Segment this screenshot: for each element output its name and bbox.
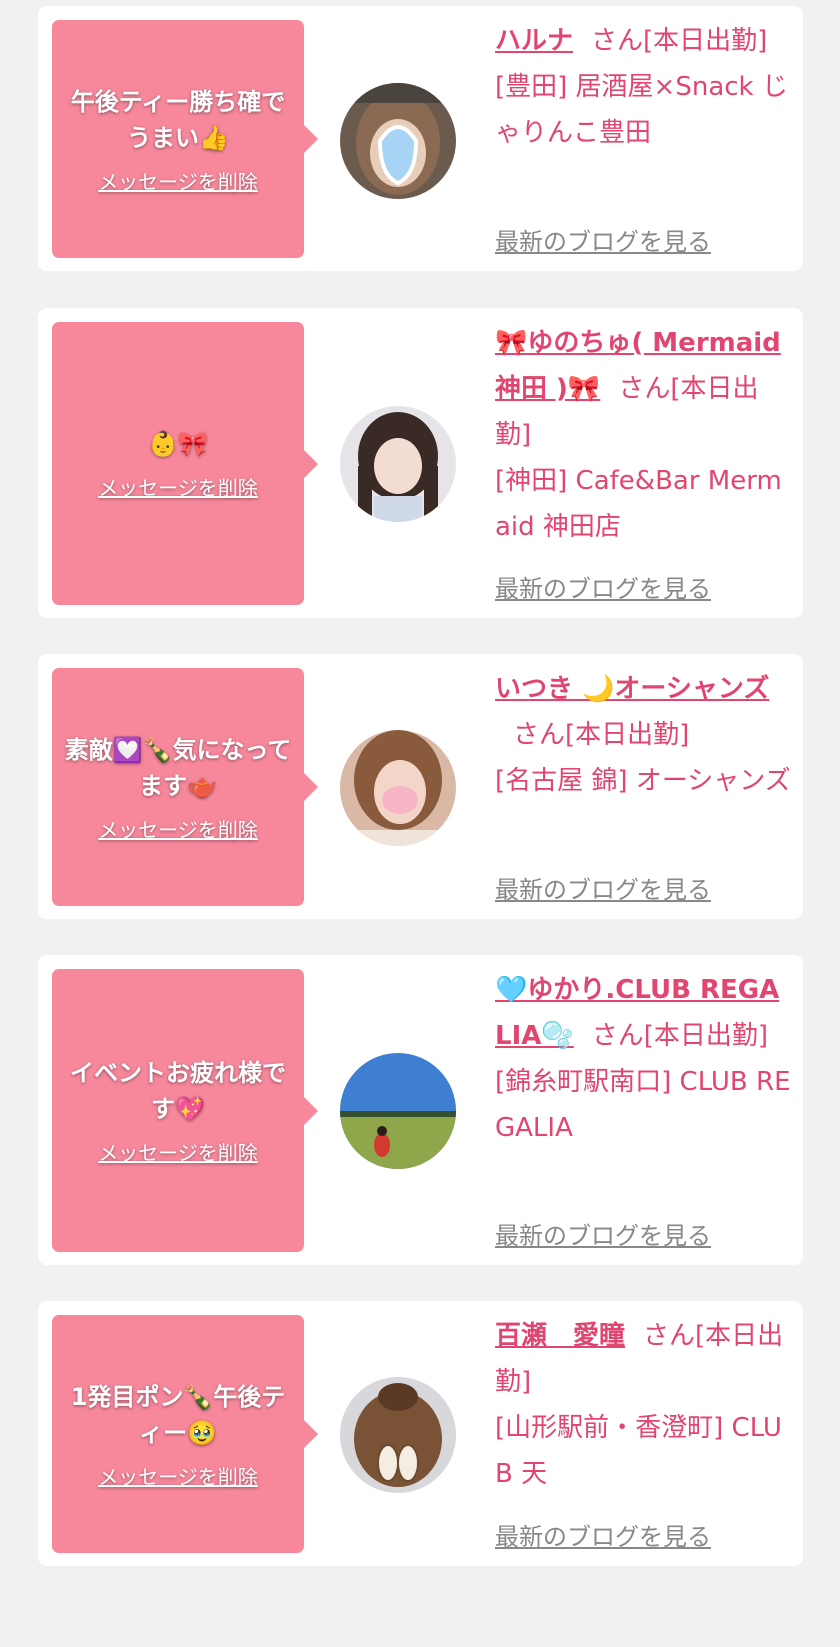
avatar[interactable] (340, 1053, 456, 1169)
avatar-photo (340, 730, 456, 846)
avatar-photo (340, 83, 456, 199)
avatar-photo (340, 1377, 456, 1493)
shop-name: [山形駅前・香澄町] CLUB 天 (495, 1413, 782, 1489)
avatar[interactable] (340, 1377, 456, 1493)
avatar[interactable] (340, 730, 456, 846)
delete-message-link[interactable]: メッセージを削除 (98, 1461, 258, 1490)
message-bubble: 1発目ポン🍾午後ティー🥹 メッセージを削除 (52, 1315, 318, 1553)
delete-message-link[interactable]: メッセージを削除 (98, 166, 258, 195)
message-card: 午後ティー勝ち確でうまい👍 メッセージを削除 ハルナ さん[本日出勤] [豊田] … (38, 6, 803, 271)
cast-info: 🎀ゆのちゅ( Mermaid 神田 )🎀 さん[本日出勤] [神田] Cafe&B… (495, 320, 791, 604)
avatar[interactable] (340, 406, 456, 522)
cast-info: 🩵ゆかり.CLUB REGALIA🫧 さん[本日出勤] [錦糸町駅南口] CLUB… (495, 967, 791, 1251)
avatar-photo (340, 1053, 456, 1169)
latest-blog-link[interactable]: 最新のブログを見る (495, 870, 711, 905)
message-text: 午後ティー勝ち確でうまい👍 (70, 87, 286, 152)
message-card: イベントお疲れ様です💖 メッセージを削除 🩵ゆかり.CLUB REGALIA🫧 さ… (38, 955, 803, 1265)
delete-message-link[interactable]: メッセージを削除 (98, 1137, 258, 1166)
shop-name: [名古屋 錦] オーシャンズ (495, 766, 791, 796)
delete-message-link[interactable]: メッセージを削除 (98, 814, 258, 843)
shop-name: [神田] Cafe&Bar Mermaid 神田店 (495, 466, 782, 542)
message-card: 1発目ポン🍾午後ティー🥹 メッセージを削除 百瀬 愛瞳 さん[本日出勤] [山形駅… (38, 1301, 803, 1566)
cast-info: 百瀬 愛瞳 さん[本日出勤] [山形駅前・香澄町] CLUB 天 最新のブログを見… (495, 1313, 791, 1552)
message-text: 👶🎀 (148, 430, 208, 458)
cast-name-link[interactable]: ハルナ (495, 26, 573, 56)
cast-info: いつき 🌙オーシャンズさん[本日出勤] [名古屋 錦] オーシャンズ 最新のブロ… (495, 666, 791, 905)
avatar-photo (340, 406, 456, 522)
cast-name-link[interactable]: 百瀬 愛瞳 (495, 1321, 625, 1351)
latest-blog-link[interactable]: 最新のブログを見る (495, 1517, 711, 1552)
avatar[interactable] (340, 83, 456, 199)
delete-message-link[interactable]: メッセージを削除 (98, 472, 258, 501)
cast-status: さん[本日出勤] (591, 1021, 769, 1051)
shop-name: [錦糸町駅南口] CLUB REGALIA (495, 1067, 791, 1143)
latest-blog-link[interactable]: 最新のブログを見る (495, 222, 711, 257)
message-bubble: イベントお疲れ様です💖 メッセージを削除 (52, 969, 318, 1252)
cast-info: ハルナ さん[本日出勤] [豊田] 居酒屋×Snack じゃりんこ豊田 最新のブロ… (495, 18, 791, 257)
message-text: 素敵💟🍾気になってます🫖 (64, 735, 292, 800)
latest-blog-link[interactable]: 最新のブログを見る (495, 1216, 711, 1251)
cast-status: さん[本日出勤] (591, 26, 768, 56)
message-card: 👶🎀 メッセージを削除 🎀ゆのちゅ( Mermaid 神田 )🎀 さん[本日出勤]… (38, 308, 803, 618)
message-text: 1発目ポン🍾午後ティー🥹 (70, 1382, 286, 1447)
shop-name: [豊田] 居酒屋×Snack じゃりんこ豊田 (495, 72, 788, 148)
latest-blog-link[interactable]: 最新のブログを見る (495, 569, 711, 604)
cast-name-link[interactable]: いつき 🌙オーシャンズ (495, 674, 769, 704)
cast-status: さん[本日出勤] (513, 720, 690, 750)
message-card: 素敵💟🍾気になってます🫖 メッセージを削除 いつき 🌙オーシャンズさん[本日出勤… (38, 654, 803, 919)
message-bubble: 素敵💟🍾気になってます🫖 メッセージを削除 (52, 668, 318, 906)
message-text: イベントお疲れ様です💖 (70, 1059, 286, 1123)
message-bubble: 👶🎀 メッセージを削除 (52, 322, 318, 605)
message-bubble: 午後ティー勝ち確でうまい👍 メッセージを削除 (52, 20, 318, 258)
